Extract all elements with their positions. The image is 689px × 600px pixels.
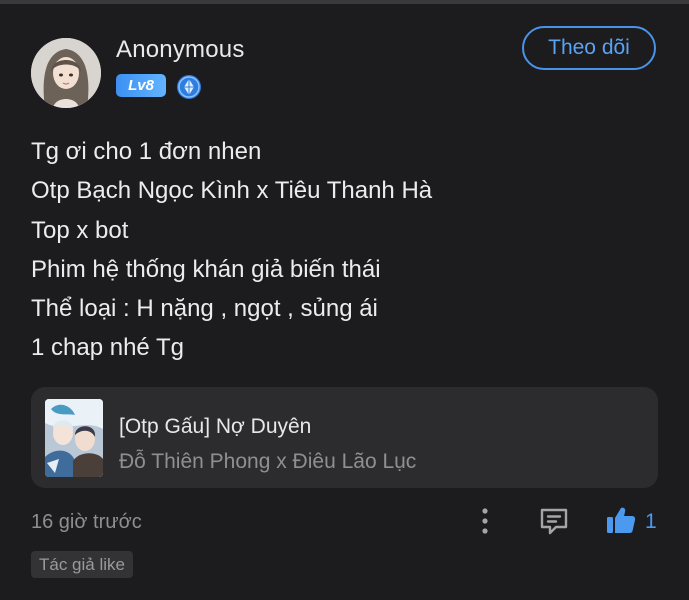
- like-button[interactable]: 1: [605, 504, 661, 538]
- username[interactable]: Anonymous: [116, 36, 245, 64]
- comment-card: Anonymous Lv8 Theo dõi Tg ơi cho 1 đơn n…: [0, 0, 689, 600]
- comment-icon[interactable]: [538, 506, 570, 536]
- comment-line: 1 chap nhé Tg: [31, 334, 185, 362]
- level-badge: Lv8: [116, 74, 166, 97]
- author-like-tag: Tác giả like: [31, 551, 133, 578]
- follow-button[interactable]: Theo dõi: [522, 26, 656, 70]
- story-title: [Otp Gấu] Nợ Duyên: [119, 415, 312, 438]
- comment-line: Top x bot: [31, 216, 129, 244]
- like-count: 1: [645, 510, 657, 533]
- comment-line: Thể loại : H nặng , ngọt , sủng ái: [31, 295, 378, 323]
- comment-line: Otp Bạch Ngọc Kình x Tiêu Thanh Hà: [31, 177, 433, 205]
- comment-timestamp: 16 giờ trước: [31, 511, 142, 533]
- comment-line: Phim hệ thống khán giả biến thái: [31, 255, 381, 283]
- thumbs-up-icon: [607, 507, 636, 533]
- rank-diamond-icon: [177, 75, 201, 99]
- avatar-image: [31, 38, 101, 108]
- comment-line: Tg ơi cho 1 đơn nhen: [31, 138, 262, 165]
- story-cover-image: [45, 399, 103, 477]
- comment-body: Tg ơi cho 1 đơn nhen Otp Bạch Ngọc Kình …: [31, 132, 651, 368]
- linked-story-card[interactable]: [Otp Gấu] Nợ Duyên Đỗ Thiên Phong x Điêu…: [31, 387, 658, 488]
- user-avatar[interactable]: [31, 38, 101, 108]
- more-vertical-icon[interactable]: [472, 506, 498, 536]
- story-subtitle: Đỗ Thiên Phong x Điêu Lão Lục: [119, 450, 417, 473]
